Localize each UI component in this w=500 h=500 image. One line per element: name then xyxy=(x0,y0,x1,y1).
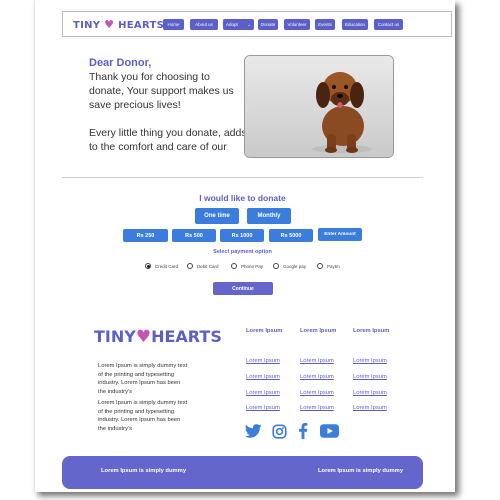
instagram-icon[interactable] xyxy=(270,422,288,440)
footer-column-heading: Lorem Ipsum xyxy=(300,328,337,334)
payment-option-google-pay[interactable]: Google pay xyxy=(273,263,306,269)
footer-bar-text-left: Lorem Ipsum is simply dummy xyxy=(101,468,187,474)
brand-logo[interactable]: TINY ♥ HEARTS xyxy=(73,18,164,31)
footer-link[interactable]: Lorem Ipsum xyxy=(300,405,334,411)
nav-about-button[interactable]: About us xyxy=(190,19,218,30)
footer-link[interactable]: Lorem Ipsum xyxy=(246,358,280,364)
payment-option-credit-card[interactable]: Credit Card xyxy=(145,263,178,269)
payment-option-label: Paytm xyxy=(327,263,340,269)
nav-home-button[interactable]: Home xyxy=(163,19,184,30)
heart-icon: ♥ xyxy=(135,327,152,347)
footer-brand-logo[interactable]: TINY♥HEARTS xyxy=(94,327,222,347)
footer-link[interactable]: Lorem Ipsum xyxy=(300,390,334,396)
footer-link[interactable]: Lorem Ipsum xyxy=(353,405,387,411)
facebook-icon[interactable] xyxy=(294,422,312,440)
page: TINY ♥ HEARTS Home About us Adopt ⌄ Dona… xyxy=(34,0,455,492)
twitter-icon[interactable] xyxy=(244,422,262,440)
nav-contact-button[interactable]: Contact us xyxy=(374,19,403,30)
puppy-image xyxy=(244,55,394,158)
footer-text-1: Lorem Ipsum is simply dummy text of the … xyxy=(98,363,188,395)
nav-volunteer-button[interactable]: Volunteer xyxy=(284,19,310,30)
enter-amount-button[interactable]: Enter Amount xyxy=(318,228,362,241)
continue-button[interactable]: Continue xyxy=(213,282,273,295)
radio-icon[interactable] xyxy=(273,263,279,269)
footer-bar-text-right: Lorem Ipsum is simply dummy xyxy=(318,468,404,474)
chevron-down-icon: ⌄ xyxy=(247,21,251,27)
payment-title: Select payment option xyxy=(213,249,272,255)
payment-option-label: Credit Card xyxy=(155,263,179,269)
radio-icon[interactable] xyxy=(317,263,323,269)
donate-title: I would like to donate xyxy=(199,193,286,203)
footer-link[interactable]: Lorem Ipsum xyxy=(353,374,387,380)
footer-link[interactable]: Lorem Ipsum xyxy=(300,374,334,380)
amount-500-button[interactable]: Rs 500 xyxy=(172,229,216,242)
puppy-illustration xyxy=(245,56,393,157)
payment-option-label: Google pay xyxy=(283,263,307,269)
radio-icon[interactable] xyxy=(187,263,193,269)
radio-selected-icon[interactable] xyxy=(145,263,151,269)
amount-1000-button[interactable]: Rs 1000 xyxy=(220,229,264,242)
amount-250-button[interactable]: Rs 250 xyxy=(123,229,168,242)
footer-link[interactable]: Lorem Ipsum xyxy=(353,358,387,364)
footer-text-2: Lorem Ipsum is simply dummy text of the … xyxy=(98,400,188,432)
brand-name-right: HEARTS xyxy=(118,20,165,31)
footer-link[interactable]: Lorem Ipsum xyxy=(300,358,334,364)
hero-paragraph-2: Every little thing you donate, adds to t… xyxy=(89,127,247,153)
brand-name-left: TINY xyxy=(73,20,101,31)
top-navbar: TINY ♥ HEARTS Home About us Adopt ⌄ Dona… xyxy=(62,11,452,37)
youtube-icon[interactable] xyxy=(319,422,339,440)
section-divider xyxy=(62,177,423,178)
footer-link[interactable]: Lorem Ipsum xyxy=(246,390,280,396)
hero-message: Dear Donor, Thank you for choosing to do… xyxy=(89,56,247,168)
footer-link[interactable]: Lorem Ipsum xyxy=(353,390,387,396)
nav-events-button[interactable]: Events xyxy=(315,19,335,30)
footer-link[interactable]: Lorem Ipsum xyxy=(246,374,280,380)
footer-column-heading: Lorem Ipsum xyxy=(353,328,390,334)
payment-option-phone-pay[interactable]: Phone Pay xyxy=(231,263,263,269)
nav-adopt-dropdown[interactable]: Adopt ⌄ xyxy=(223,19,254,30)
brand-name-right: HEARTS xyxy=(151,327,222,346)
nav-donate-button[interactable]: Donate xyxy=(258,19,278,30)
one-time-button[interactable]: One time xyxy=(195,208,239,224)
brand-name-left: TINY xyxy=(94,327,136,346)
payment-option-debit-card[interactable]: Debit Card xyxy=(187,263,219,269)
payment-option-label: Phone Pay xyxy=(241,263,264,269)
payment-option-paytm[interactable]: Paytm xyxy=(317,263,340,269)
heart-icon: ♥ xyxy=(104,18,115,31)
monthly-button[interactable]: Monthly xyxy=(247,208,291,224)
footer-link[interactable]: Lorem Ipsum xyxy=(246,405,280,411)
nav-adopt-label: Adopt xyxy=(226,22,238,27)
amount-5000-button[interactable]: Rs 5000 xyxy=(269,229,313,242)
hero-paragraph-1: Thank you for choosing to donate, Your s… xyxy=(89,71,234,111)
footer-column-heading: Lorem Ipsum xyxy=(246,328,283,334)
hero-greeting: Dear Donor, xyxy=(89,57,152,69)
payment-option-label: Debit Card xyxy=(197,263,219,269)
nav-education-button[interactable]: Education xyxy=(342,19,368,30)
radio-icon[interactable] xyxy=(231,263,237,269)
